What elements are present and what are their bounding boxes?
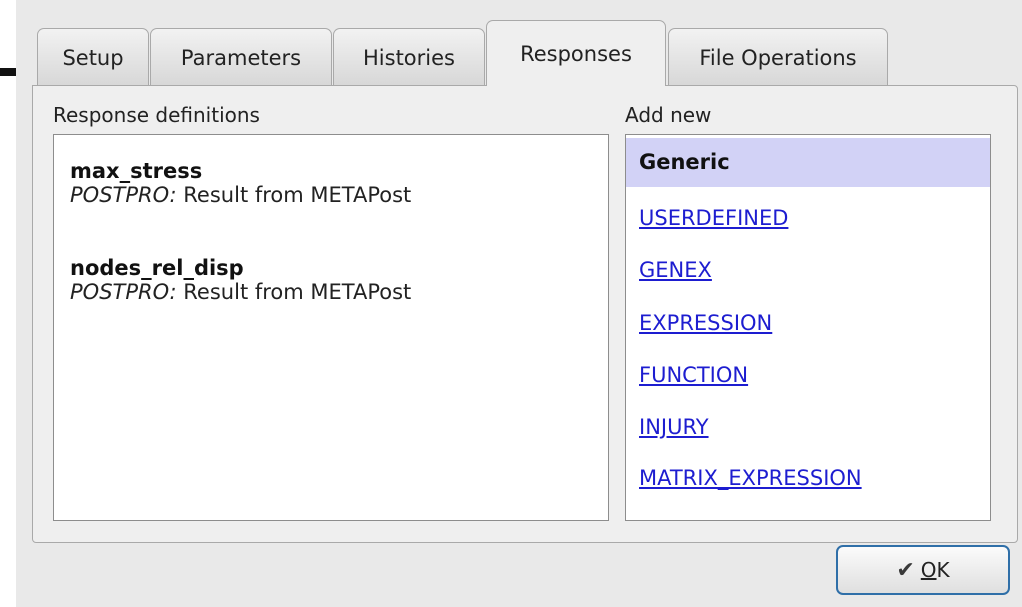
add-new-list: Generic USERDEFINED GENEX EXPRESSION FUN… xyxy=(625,134,991,521)
response-entry[interactable]: nodes_rel_disp POSTPRO: Result from META… xyxy=(70,256,411,304)
responses-dialog: Setup Parameters Histories Responses Fil… xyxy=(16,0,1022,607)
tab-histories[interactable]: Histories xyxy=(333,28,485,86)
link-genex[interactable]: GENEX xyxy=(639,258,712,282)
response-name: max_stress xyxy=(70,159,203,183)
tab-parameters[interactable]: Parameters xyxy=(150,28,332,86)
tab-label: Parameters xyxy=(180,45,302,70)
checkmark-icon: ✔ xyxy=(896,557,915,583)
response-type: POSTPRO: xyxy=(70,280,177,304)
add-item-injury: INJURY xyxy=(626,415,990,439)
add-item-expression: EXPRESSION xyxy=(626,311,990,335)
ok-button[interactable]: ✔ OK xyxy=(836,545,1010,595)
link-matrix-expression[interactable]: MATRIX_EXPRESSION xyxy=(639,466,862,490)
link-injury[interactable]: INJURY xyxy=(639,415,709,439)
tab-label: Setup xyxy=(62,45,124,70)
tab-file-operations[interactable]: File Operations xyxy=(668,28,888,86)
add-item-function: FUNCTION xyxy=(626,363,990,387)
add-item-matrix-expression: MATRIX_EXPRESSION xyxy=(626,466,990,490)
tab-setup[interactable]: Setup xyxy=(37,28,149,86)
response-definitions-title: Response definitions xyxy=(53,103,260,127)
response-source: Result from METAPost xyxy=(176,280,412,304)
tab-label: File Operations xyxy=(699,45,857,70)
add-item-generic[interactable]: Generic xyxy=(626,138,990,187)
tab-label: Responses xyxy=(520,41,632,66)
response-description: POSTPRO: Result from METAPost xyxy=(70,280,411,304)
tab-label: Histories xyxy=(363,45,455,70)
link-function[interactable]: FUNCTION xyxy=(639,363,748,387)
link-expression[interactable]: EXPRESSION xyxy=(639,311,772,335)
response-type: POSTPRO: xyxy=(70,183,177,207)
add-item-userdefined: USERDEFINED xyxy=(626,206,990,230)
tab-bar: Setup Parameters Histories Responses Fil… xyxy=(32,20,1022,86)
responses-panel: Response definitions max_stress POSTPRO:… xyxy=(32,85,1018,543)
ok-label-rest: K xyxy=(936,558,950,582)
response-entry[interactable]: max_stress POSTPRO: Result from METAPost xyxy=(70,159,411,207)
response-name: nodes_rel_disp xyxy=(70,256,244,280)
add-new-title: Add new xyxy=(625,103,712,127)
response-description: POSTPRO: Result from METAPost xyxy=(70,183,411,207)
link-userdefined[interactable]: USERDEFINED xyxy=(639,206,788,230)
ok-label: OK xyxy=(921,558,950,582)
response-source: Result from METAPost xyxy=(176,183,412,207)
tab-responses[interactable]: Responses xyxy=(486,20,666,86)
response-definitions-list[interactable]: max_stress POSTPRO: Result from METAPost… xyxy=(53,134,609,521)
ok-accelerator: O xyxy=(920,558,937,582)
add-item-genex: GENEX xyxy=(626,258,990,282)
